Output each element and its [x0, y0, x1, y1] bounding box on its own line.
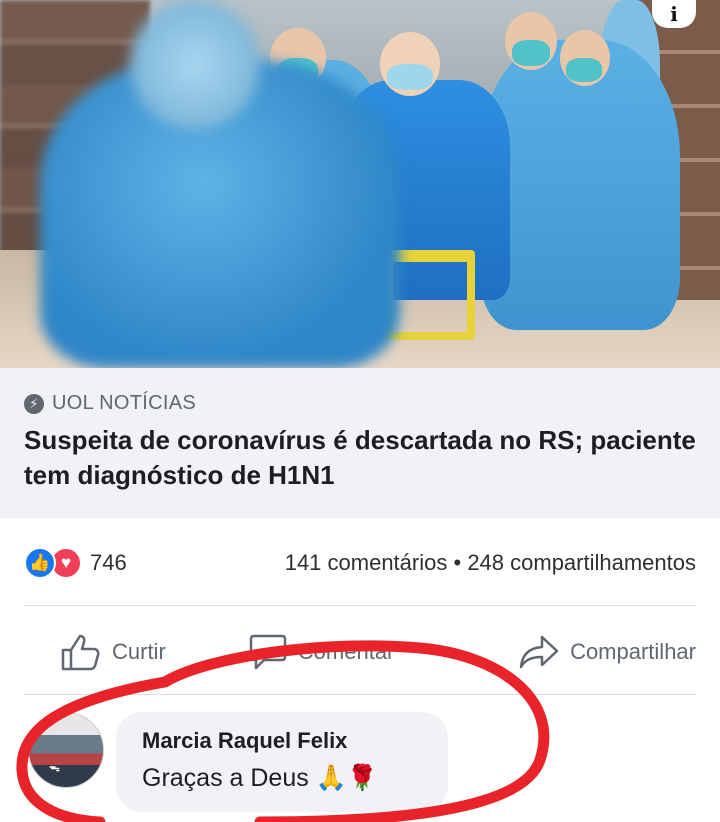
share-button[interactable]: Compartilhar: [518, 634, 696, 670]
comment: ᯓ Marcia Raquel Felix Graças a Deus 🙏🌹: [28, 712, 708, 812]
action-bar: Curtir Comentar Compartilhar: [24, 620, 696, 684]
link-headline[interactable]: Suspeita de coronavírus é descartada no …: [24, 423, 696, 493]
share-label: Compartilhar: [570, 639, 696, 664]
share-arrow-icon: [519, 635, 559, 669]
reactions-summary[interactable]: 👍 ♥ 746: [24, 547, 127, 579]
face-mask: [566, 58, 602, 82]
stats-right: 141 comentários • 248 compartilhamentos: [285, 550, 696, 576]
like-label: Curtir: [112, 639, 166, 664]
comments-count[interactable]: 141 comentários: [285, 550, 448, 575]
post-stats: 👍 ♥ 746 141 comentários • 248 compartilh…: [24, 540, 696, 586]
like-button[interactable]: Curtir: [60, 632, 166, 672]
link-source-label: UOL NOTÍCIAS: [52, 392, 196, 414]
shares-count[interactable]: 248 compartilhamentos: [467, 550, 696, 575]
comment-bubble[interactable]: Marcia Raquel Felix Graças a Deus 🙏🌹: [116, 712, 448, 812]
link-preview[interactable]: ⚡ UOL NOTÍCIAS Suspeita de coronavírus é…: [0, 368, 720, 518]
post-photo[interactable]: [0, 0, 720, 368]
face-mask: [512, 40, 550, 66]
medic-head-foreground: [130, 0, 260, 130]
comment-text: Graças a Deus 🙏🌹: [142, 764, 378, 792]
comment-author[interactable]: Marcia Raquel Felix: [142, 728, 422, 754]
comment-label: Comentar: [297, 639, 395, 664]
avatar[interactable]: ᯓ: [28, 712, 104, 788]
reaction-count: 746: [90, 550, 127, 575]
like-icon: 👍: [24, 547, 56, 579]
face-mask: [387, 64, 433, 90]
info-icon[interactable]: i: [652, 0, 696, 28]
speech-bubble-icon: [249, 634, 287, 670]
comment-button[interactable]: Comentar: [248, 633, 395, 671]
bolt-icon: ⚡: [24, 393, 44, 414]
thumbs-up-icon: [61, 634, 100, 671]
stats-separator: •: [453, 550, 462, 575]
link-source: ⚡ UOL NOTÍCIAS: [24, 392, 696, 415]
divider: [24, 694, 696, 695]
divider: [24, 605, 696, 606]
